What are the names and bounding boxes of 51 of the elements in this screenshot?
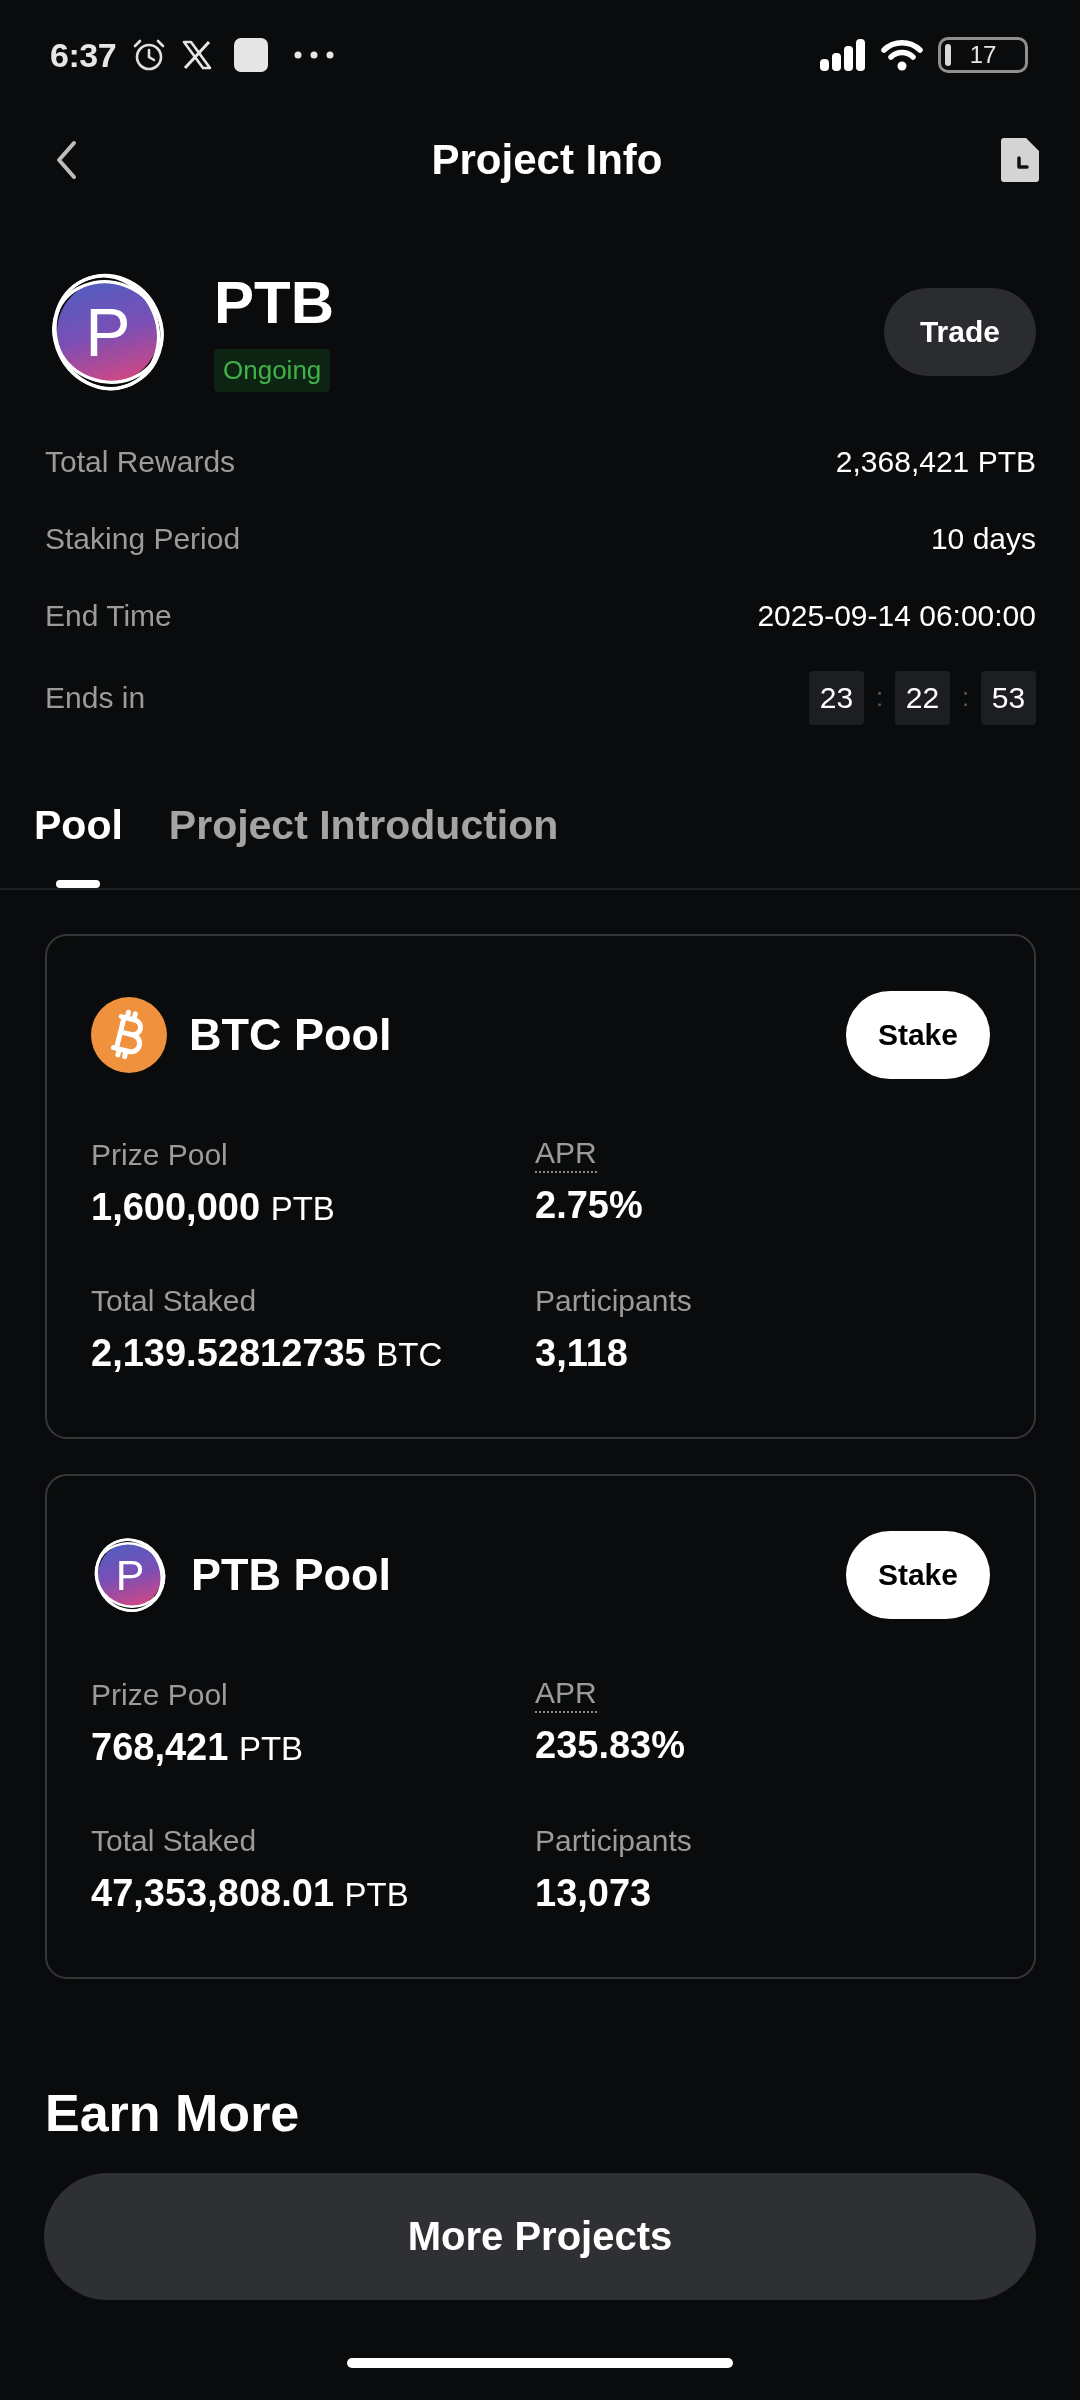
stake-button[interactable]: Stake [845,1531,990,1619]
countdown-separator: : [874,682,885,713]
battery-indicator: 17 [938,37,1028,73]
project-name: PTB [214,272,334,333]
pool-name: PTB Pool [191,1549,391,1601]
back-icon[interactable] [54,140,78,180]
stat-label: Prize Pool [91,1677,228,1713]
stat-value: 47,353,808.01 PTB [91,1871,409,1916]
pool-name: BTC Pool [189,1009,392,1061]
square-icon [234,38,269,72]
detail-value: 2,368,421 PTB [835,444,1036,479]
detail-label: Total Rewards [45,444,236,479]
status-time: 6:37 [50,35,117,75]
detail-label: Staking Period [45,521,241,556]
page-title: Project Info [431,136,663,184]
detail-label: End Time [45,598,172,633]
stat-label: Total Staked [91,1283,257,1319]
stake-button[interactable]: Stake [845,991,990,1079]
stat-value: 235.83% [535,1723,685,1768]
signal-bars-icon [820,39,866,71]
stat-label: Prize Pool [91,1137,228,1173]
x-mark-icon [182,40,213,70]
stat-value: 768,421 PTB [91,1725,304,1770]
bitcoin-icon [91,997,167,1073]
countdown-separator: : [960,682,971,713]
section-title: Earn More [45,2083,300,2143]
detail-value: 10 days [930,521,1036,556]
stat-label: Participants [535,1823,692,1859]
stat-value: 13,073 [535,1871,652,1916]
more-dots-icon [294,51,335,59]
trade-button[interactable]: Trade [883,288,1036,376]
stat-value: 2.75% [535,1183,643,1228]
stat-label: Total Staked [91,1823,257,1859]
stat-value: 2,139.52812735 BTC [91,1331,443,1376]
document-clock-icon[interactable] [1000,137,1040,183]
alarm-clock-icon [132,38,167,72]
countdown-box: 53 [981,670,1036,725]
tab[interactable]: Project Introduction [168,800,559,890]
stat-value: 3,118 [535,1331,628,1376]
detail-value: 2025-09-14 06:00:00 [757,598,1036,633]
status-badge: Ongoing [214,348,331,392]
tab[interactable]: Pool [34,800,123,890]
stat-value: 1,600,000 PTB [91,1185,335,1230]
wifi-icon [880,39,924,71]
stat-label: APR [535,1675,597,1713]
stat-label: APR [535,1135,597,1173]
countdown-box: 22 [895,670,950,725]
more-projects-button[interactable]: More Projects [44,2173,1036,2300]
detail-label: Ends in [45,680,146,715]
stat-label: Participants [535,1283,692,1319]
countdown-box: 23 [809,670,864,725]
